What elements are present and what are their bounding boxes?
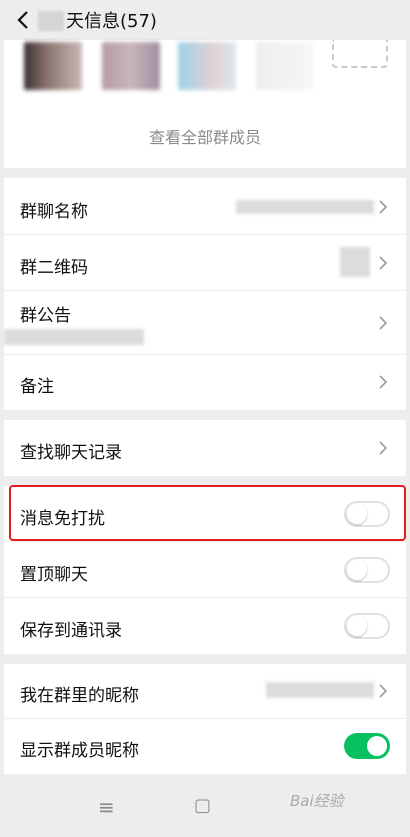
qr-code-thumbnail [340,247,370,277]
search-card: 查找聊天记录 [4,420,406,476]
save-contacts-label: 保存到通讯录 [20,621,122,641]
watermark: Bai经验 [290,792,344,810]
view-all-members-link[interactable]: 查看全部群成员 [4,124,406,148]
chevron-right-icon [378,374,388,390]
qr-code-row[interactable]: 群二维码 [4,235,406,291]
member-avatar[interactable] [102,42,160,90]
announcement-label: 群公告 [20,306,71,326]
remark-label: 备注 [20,377,54,397]
my-nickname-row[interactable]: 我在群里的昵称 [4,664,406,719]
back-arrow-icon[interactable] [14,8,34,32]
show-nicknames-row[interactable]: 显示群成员昵称 [4,719,406,774]
page-title: 天信息(57) [38,7,157,33]
pin-chat-row[interactable]: 置顶聊天 [4,542,406,598]
group-info-card: 群聊名称 群二维码 群公告 备注 [4,178,406,410]
announcement-row[interactable]: 群公告 [4,291,406,355]
chevron-right-icon [378,440,388,456]
my-nickname-value [266,682,374,698]
pin-chat-label: 置顶聊天 [20,565,88,585]
top-bar: 天信息(57) [0,0,410,40]
member-avatar[interactable] [178,42,236,90]
show-nicknames-toggle[interactable] [344,733,390,759]
save-contacts-row[interactable]: 保存到通讯录 [4,598,406,654]
members-panel: 查看全部群成员 [4,40,406,168]
mute-row[interactable]: 消息免打扰 [4,486,406,542]
home-icon[interactable]: ▢ [194,795,222,819]
pin-chat-toggle[interactable] [344,557,390,583]
system-nav-bar: ≡ ▢ [0,781,410,837]
group-name-label: 群聊名称 [20,202,88,222]
search-history-row[interactable]: 查找聊天记录 [4,420,406,476]
show-nicknames-label: 显示群成员昵称 [20,741,139,761]
blurred-title-fragment [38,11,64,31]
add-member-button[interactable] [332,40,388,68]
group-name-row[interactable]: 群聊名称 [4,178,406,235]
chevron-right-icon [378,683,388,699]
announcement-preview [4,329,144,345]
mute-toggle[interactable] [344,501,390,527]
qr-code-label: 群二维码 [20,258,88,278]
chevron-right-icon [378,315,388,331]
chevron-right-icon [378,255,388,271]
member-avatar[interactable] [24,42,82,90]
member-avatar[interactable] [256,42,314,90]
my-nickname-label: 我在群里的昵称 [20,686,139,706]
chevron-right-icon [378,199,388,215]
remark-row[interactable]: 备注 [4,355,406,410]
search-history-label: 查找聊天记录 [20,443,122,463]
toggles-card: 消息免打扰 置顶聊天 保存到通讯录 [4,486,406,654]
mute-label: 消息免打扰 [20,509,105,529]
group-name-value [236,200,374,214]
save-contacts-toggle[interactable] [344,613,390,639]
nickname-card: 我在群里的昵称 显示群成员昵称 [4,664,406,774]
menu-icon[interactable]: ≡ [98,795,126,819]
